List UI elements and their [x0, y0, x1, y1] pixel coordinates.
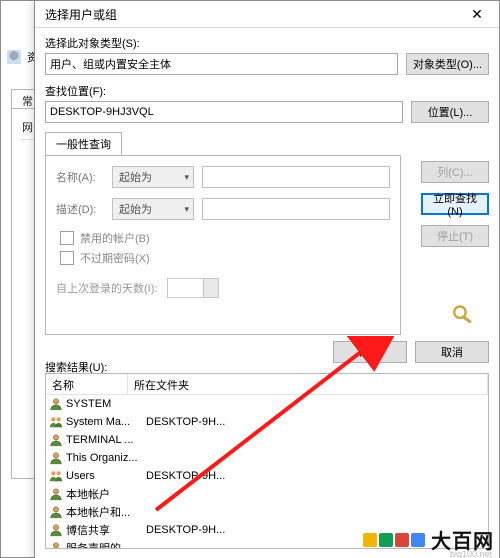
results-header: 名称 所在文件夹 [46, 374, 488, 395]
user-icon [48, 397, 64, 411]
result-name: This Organiz... [64, 452, 146, 464]
result-folder: DESKTOP-9H... [146, 416, 486, 428]
result-name: 本地帐户 [64, 486, 146, 502]
group-icon [48, 469, 64, 483]
description-query-input[interactable] [202, 198, 390, 220]
description-mode-value: 起始为 [119, 201, 152, 217]
user-icon [48, 505, 64, 519]
dialog-titlebar: 选择用户或组 ✕ [35, 1, 499, 28]
user-icon [48, 487, 64, 501]
search-icon [451, 303, 477, 321]
days-since-login-label: 自上次登录的天数(I): [56, 280, 157, 296]
description-mode-select[interactable]: 起始为 ▾ [112, 198, 194, 220]
name-label: 名称(A): [56, 169, 104, 185]
columns-button[interactable]: 列(C)... [421, 161, 489, 183]
user-icon [48, 433, 64, 447]
object-type-label: 选择此对象类型(S): [45, 35, 489, 51]
disabled-accounts-checkbox[interactable] [60, 231, 74, 245]
days-since-login-spinner[interactable] [167, 278, 219, 298]
results-row[interactable]: System Ma...DESKTOP-9H... [46, 413, 488, 431]
watermark-logo [363, 533, 425, 547]
never-expire-label: 不过期密码(X) [80, 250, 150, 266]
disabled-accounts-label: 禁用的帐户(B) [80, 230, 150, 246]
close-button[interactable]: ✕ [457, 2, 497, 26]
chevron-down-icon: ▾ [184, 204, 189, 215]
result-name: SYSTEM [64, 398, 146, 410]
results-list: 名称 所在文件夹 SYSTEMSystem Ma...DESKTOP-9H...… [45, 373, 489, 549]
folder-icon [7, 50, 21, 64]
find-now-button[interactable]: 立即查找(N) [421, 193, 489, 215]
column-header-folder[interactable]: 所在文件夹 [128, 374, 488, 394]
user-icon [48, 451, 64, 465]
result-name: TERMINAL ... [64, 434, 146, 446]
result-name: 博信共享 [64, 522, 146, 538]
result-name: 服务声明的... [64, 540, 146, 549]
description-label: 描述(D): [56, 201, 104, 217]
side-buttons: 列(C)... 立即查找(N) 停止(T) [421, 161, 489, 247]
name-query-input[interactable] [202, 166, 390, 188]
column-header-name[interactable]: 名称 [46, 374, 128, 394]
name-mode-select[interactable]: 起始为 ▾ [112, 166, 194, 188]
select-user-or-group-dialog: 选择用户或组 ✕ 选择此对象类型(S): 对象类型(O)... 查找位置(F):… [34, 0, 500, 558]
location-label: 查找位置(F): [45, 83, 489, 99]
cancel-button[interactable]: 取消 [415, 341, 489, 363]
results-row[interactable]: 本地帐户 [46, 485, 488, 503]
query-tabs: 一般性查询 [45, 131, 489, 155]
dialog-title: 选择用户或组 [45, 6, 457, 23]
ok-button[interactable]: 确定 [333, 341, 407, 363]
results-row[interactable]: SYSTEM [46, 395, 488, 413]
results-row[interactable]: TERMINAL ... [46, 431, 488, 449]
object-type-field[interactable] [45, 53, 398, 75]
stop-button[interactable]: 停止(T) [421, 225, 489, 247]
locations-button[interactable]: 位置(L)... [411, 101, 489, 123]
user-icon [48, 523, 64, 537]
tab-general-query[interactable]: 一般性查询 [45, 132, 122, 156]
object-types-button[interactable]: 对象类型(O)... [406, 53, 489, 75]
dialog-actions: 确定 取消 [45, 341, 489, 363]
never-expire-checkbox[interactable] [60, 251, 74, 265]
result-name: 本地帐户和... [64, 504, 146, 520]
result-name: System Ma... [64, 416, 146, 428]
results-row[interactable]: UsersDESKTOP-9H... [46, 467, 488, 485]
watermark-url: big100.net [450, 549, 492, 558]
dialog-content: 选择此对象类型(S): 对象类型(O)... 查找位置(F): 位置(L)...… [45, 35, 489, 549]
result-name: Users [64, 470, 146, 482]
location-field[interactable] [45, 101, 403, 123]
user-icon [48, 541, 64, 549]
results-row[interactable]: This Organiz... [46, 449, 488, 467]
group-icon [48, 415, 64, 429]
name-mode-value: 起始为 [119, 169, 152, 185]
results-row[interactable]: 本地帐户和... [46, 503, 488, 521]
chevron-down-icon: ▾ [184, 172, 189, 183]
query-panel: 名称(A): 起始为 ▾ 描述(D): 起始为 ▾ 禁用的帐户(B) [45, 155, 401, 335]
result-folder: DESKTOP-9H... [146, 470, 486, 482]
